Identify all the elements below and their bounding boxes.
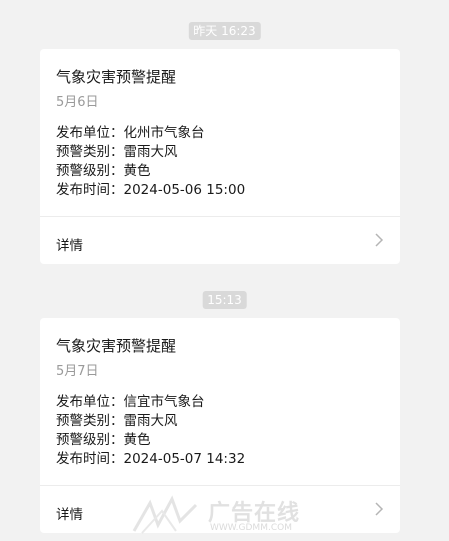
field-label: 发布时间： xyxy=(56,182,124,198)
field-value: 黄色 xyxy=(123,163,151,179)
chevron-right-icon xyxy=(375,233,384,247)
field-label: 发布单位： xyxy=(56,394,124,410)
field-value: 化州市气象台 xyxy=(123,125,205,141)
watermark-url: WWW.GDMM.COM xyxy=(210,523,292,533)
issuer-row: 发布单位：信宜市气象台 xyxy=(56,393,245,412)
details-label: 详情 xyxy=(56,238,83,254)
warning-info: 发布单位：化州市气象台 预警类别：雷雨大风 预警级别：黄色 发布时间：2024-… xyxy=(56,124,245,200)
watermark-logo-icon xyxy=(132,495,198,534)
card-title: 气象灾害预警提醒 xyxy=(56,337,177,355)
timestamp-badge: 15:13 xyxy=(202,291,247,309)
field-value: 信宜市气象台 xyxy=(123,394,205,410)
field-value: 雷雨大风 xyxy=(123,144,178,160)
card-date: 5月7日 xyxy=(56,364,99,379)
category-row: 预警类别：雷雨大风 xyxy=(56,143,245,162)
field-label: 预警级别： xyxy=(56,432,124,448)
issue-time-row: 发布时间：2024-05-06 15:00 xyxy=(56,181,245,200)
card-date: 5月6日 xyxy=(56,95,99,110)
warning-info: 发布单位：信宜市气象台 预警类别：雷雨大风 预警级别：黄色 发布时间：2024-… xyxy=(56,393,245,469)
issue-time-row: 发布时间：2024-05-07 14:32 xyxy=(56,450,245,469)
field-value: 雷雨大风 xyxy=(123,413,178,429)
field-label: 预警级别： xyxy=(56,163,124,179)
field-label: 预警类别： xyxy=(56,144,124,160)
details-label: 详情 xyxy=(56,507,83,523)
category-row: 预警类别：雷雨大风 xyxy=(56,412,245,431)
field-value: 2024-05-07 14:32 xyxy=(123,451,246,467)
field-label: 发布时间： xyxy=(56,451,124,467)
details-link[interactable]: 详情 xyxy=(40,217,400,264)
chevron-right-icon xyxy=(375,502,384,516)
field-label: 预警类别： xyxy=(56,413,124,429)
weather-warning-card[interactable]: 气象灾害预警提醒 5月6日 发布单位：化州市气象台 预警类别：雷雨大风 预警级别… xyxy=(40,49,400,264)
field-value: 黄色 xyxy=(123,432,151,448)
watermark: 广告在线 WWW.GDMM.COM xyxy=(128,493,328,539)
level-row: 预警级别：黄色 xyxy=(56,431,245,450)
level-row: 预警级别：黄色 xyxy=(56,162,245,181)
issuer-row: 发布单位：化州市气象台 xyxy=(56,124,245,143)
timestamp-badge: 昨天 16:23 xyxy=(188,22,261,40)
field-label: 发布单位： xyxy=(56,125,124,141)
card-title: 气象灾害预警提醒 xyxy=(56,68,177,86)
field-value: 2024-05-06 15:00 xyxy=(123,182,246,198)
